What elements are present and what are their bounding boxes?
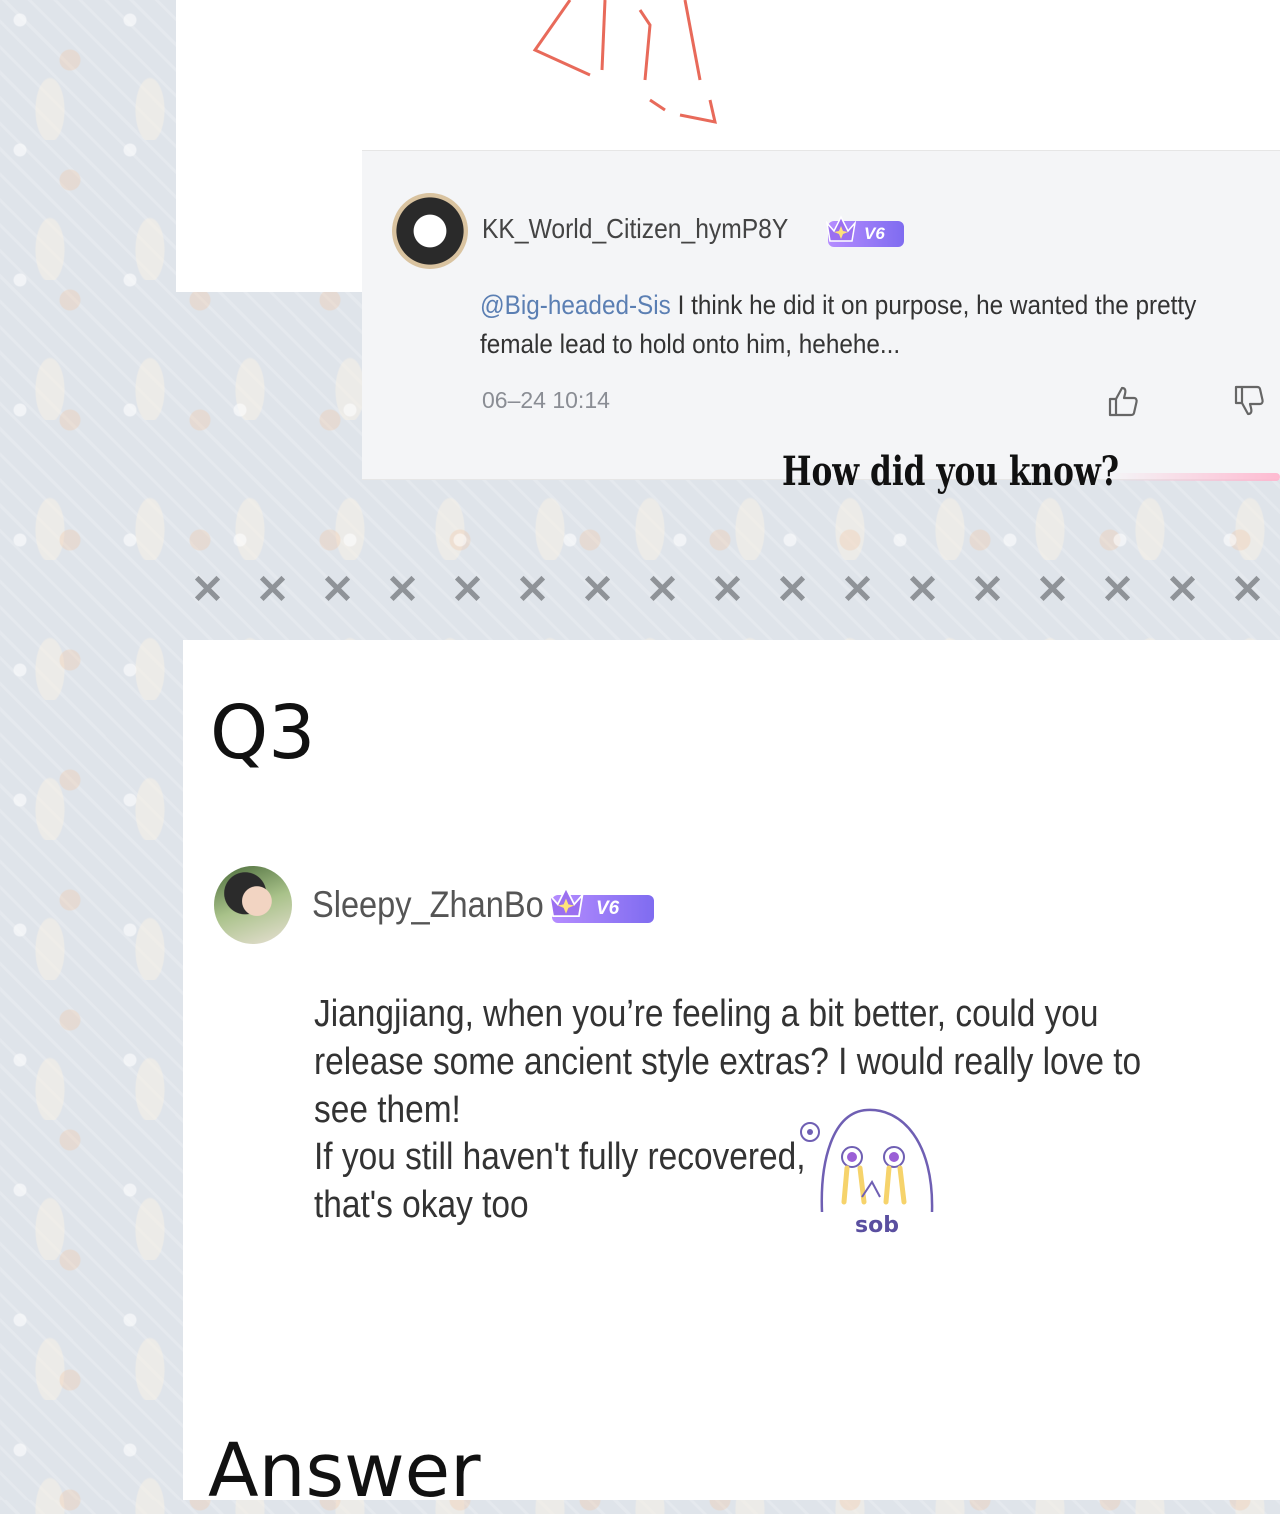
comment-text: @Big-headed-Sis I think he did it on pur… [480,286,1218,364]
crown-icon [548,885,584,917]
crown-icon [825,215,857,242]
x-divider: ✕ ✕ ✕ ✕ ✕ ✕ ✕ ✕ ✕ ✕ ✕ ✕ ✕ ✕ ✕ ✕ ✕ [175,568,1280,612]
x-mark: ✕ [970,568,1005,612]
x-mark: ✕ [775,568,810,612]
caption-text: How did you know? [782,448,1120,495]
mention-link[interactable]: @Big-headed-Sis [480,290,671,320]
comment-timestamp: 06–24 10:14 [482,387,610,413]
x-mark: ✕ [1230,568,1265,612]
x-mark: ✕ [840,568,875,612]
sticker-caption: sob [855,1213,899,1238]
x-mark: ✕ [515,568,550,612]
avatar[interactable] [214,866,292,944]
level-badge: V6 [548,885,654,923]
x-mark: ✕ [255,568,290,612]
level-badge-text: V6 [596,898,620,919]
x-mark: ✕ [580,568,615,612]
thumbs-down-icon[interactable] [1232,384,1266,418]
comment-username[interactable]: KK_World_Citizen_hymP8Y [482,213,788,245]
x-mark: ✕ [905,568,940,612]
x-mark: ✕ [190,568,225,612]
crying-sticker: sob [800,1108,934,1238]
x-mark: ✕ [385,568,420,612]
x-mark: ✕ [1100,568,1135,612]
avatar[interactable] [392,193,468,269]
question-paragraph: If you still haven't fully recovered, th… [314,1136,806,1226]
answer-label: Answer [208,1428,481,1514]
level-badge: V6 [825,215,904,247]
x-mark: ✕ [450,568,485,612]
sketch-illustration [532,0,717,124]
question-label: Q3 [210,690,316,776]
x-mark: ✕ [1165,568,1200,612]
question-username[interactable]: Sleepy_ZhanBo [312,884,544,926]
x-mark: ✕ [645,568,680,612]
x-mark: ✕ [1035,568,1070,612]
question-paragraph: Jiangjiang, when you’re feeling a bit be… [314,993,1142,1131]
x-mark: ✕ [710,568,745,612]
pink-brush-stroke [1110,473,1280,481]
thumbs-up-icon[interactable] [1106,384,1140,418]
x-mark: ✕ [320,568,355,612]
level-badge-text: V6 [864,224,885,243]
